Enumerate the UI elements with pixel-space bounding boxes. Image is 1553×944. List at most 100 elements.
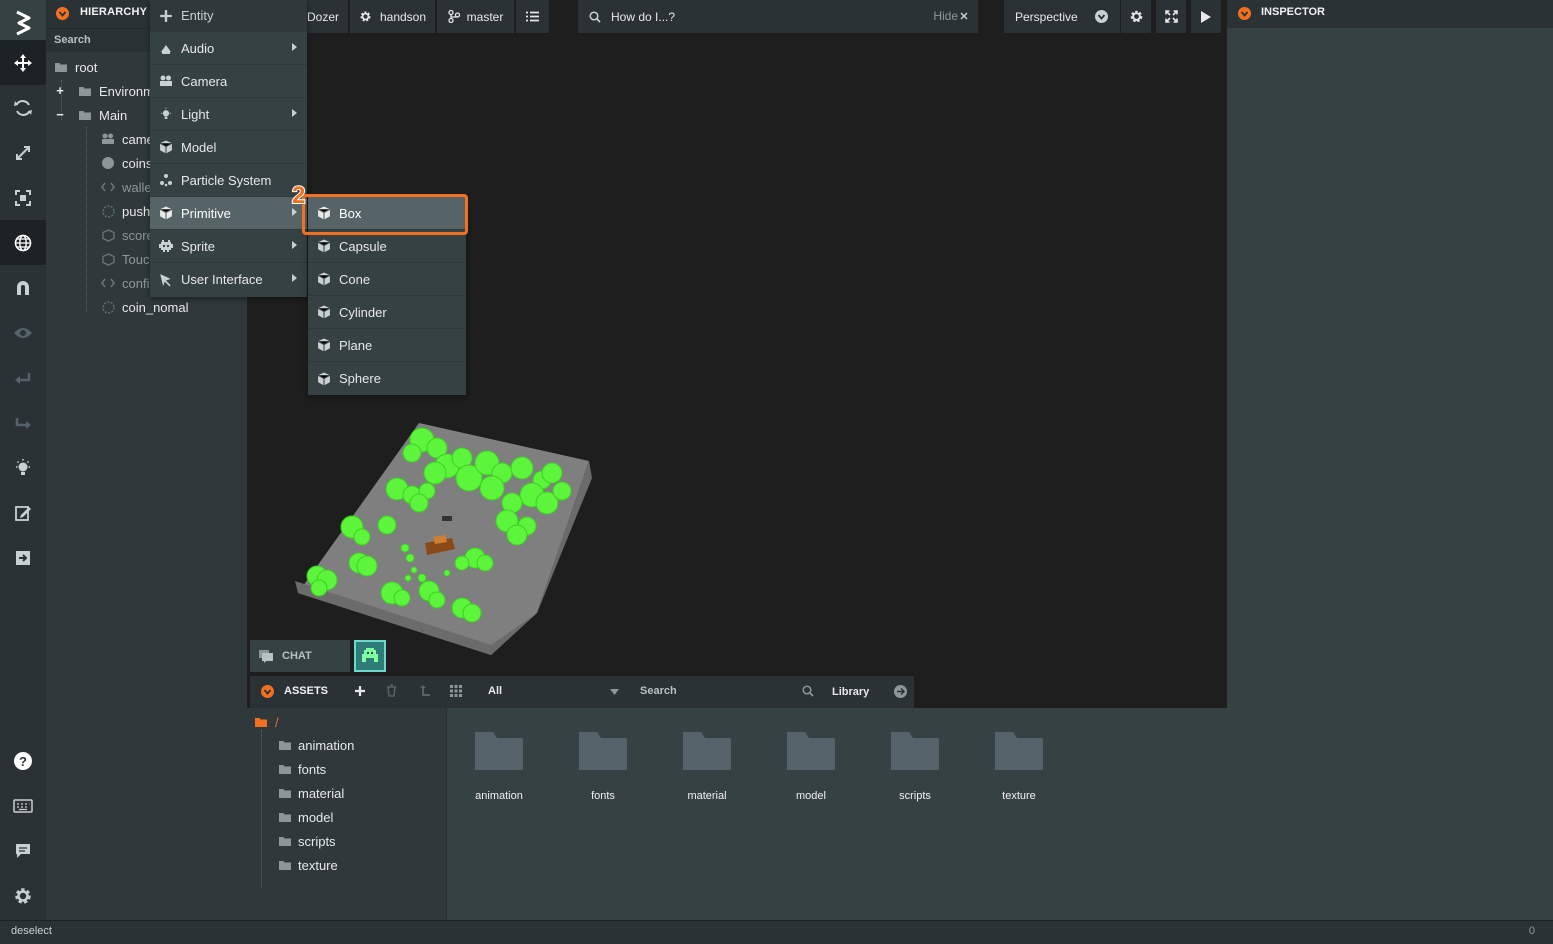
menu-item-model[interactable]: Model bbox=[150, 131, 307, 164]
translate-tool-icon[interactable] bbox=[0, 40, 46, 85]
expand-toggle[interactable]: + bbox=[54, 84, 66, 97]
folder-up-icon[interactable] bbox=[419, 685, 431, 697]
audio-icon bbox=[161, 45, 171, 54]
help-icon[interactable]: ? bbox=[0, 738, 46, 783]
asset-grid-folder-fonts[interactable]: fonts bbox=[558, 730, 648, 802]
library-button[interactable]: Library bbox=[822, 676, 914, 708]
sprite-invader-icon bbox=[159, 240, 173, 252]
folder-icon bbox=[279, 861, 291, 870]
collapse-toggle[interactable]: − bbox=[54, 108, 66, 121]
assets-toolbar: ASSETS All Search Library bbox=[250, 676, 914, 708]
collapse-panel-icon[interactable] bbox=[1238, 7, 1251, 20]
viewport-settings-button[interactable] bbox=[1121, 0, 1151, 33]
settings-gear-icon[interactable] bbox=[0, 873, 46, 918]
add-asset-icon[interactable] bbox=[354, 685, 366, 697]
assets-tree-folder-model[interactable]: model bbox=[279, 805, 333, 829]
camera-mode-dropdown[interactable]: Perspective bbox=[1004, 0, 1120, 33]
asset-grid-folder-model[interactable]: model bbox=[766, 730, 856, 802]
tree-node-camera[interactable]: came bbox=[101, 127, 154, 151]
menu-item-sprite[interactable]: Sprite bbox=[150, 230, 307, 263]
asset-search-input[interactable]: Search bbox=[630, 676, 818, 708]
tree-node-main[interactable]: Main bbox=[78, 103, 127, 127]
keyboard-icon[interactable] bbox=[0, 783, 46, 828]
menu-item-user-interface[interactable]: User Interface bbox=[150, 263, 307, 296]
sphere-entity-icon bbox=[101, 156, 115, 170]
tree-node-coin-nomal[interactable]: coin_nomal bbox=[101, 295, 189, 319]
menu-item-particle-system[interactable]: Particle System bbox=[150, 164, 307, 197]
grid-view-icon[interactable] bbox=[450, 685, 462, 697]
code-editor-icon[interactable] bbox=[0, 490, 46, 535]
assets-root-folder[interactable]: / bbox=[255, 711, 279, 733]
delete-icon[interactable] bbox=[386, 684, 397, 697]
branch-button[interactable]: master bbox=[437, 0, 514, 33]
menu-item-primitive[interactable]: Primitive bbox=[150, 197, 307, 230]
branch-name: master bbox=[466, 9, 504, 24]
menu-item-light[interactable]: Light bbox=[150, 98, 307, 131]
menu-item-label: User Interface bbox=[181, 272, 263, 287]
redo-icon[interactable] bbox=[0, 400, 46, 445]
list-icon bbox=[526, 11, 539, 22]
menu-header-entity[interactable]: Entity bbox=[150, 0, 307, 32]
fullscreen-button[interactable] bbox=[1156, 0, 1186, 33]
snap-magnet-icon[interactable] bbox=[0, 265, 46, 310]
undo-icon[interactable] bbox=[0, 355, 46, 400]
play-icon bbox=[1201, 10, 1211, 23]
feedback-icon[interactable] bbox=[0, 828, 46, 873]
submenu-item-sphere[interactable]: Sphere bbox=[308, 362, 466, 395]
assets-tree-folder-scripts[interactable]: scripts bbox=[279, 829, 336, 853]
tree-node-walle[interactable]: walle bbox=[101, 175, 152, 199]
camera-icon bbox=[160, 75, 172, 86]
launch-icon[interactable] bbox=[0, 535, 46, 580]
submenu-item-label: Plane bbox=[339, 337, 373, 353]
hide-label: Hide bbox=[933, 9, 958, 23]
submenu-item-cylinder[interactable]: Cylinder bbox=[308, 296, 466, 329]
user-settings-button[interactable]: handson bbox=[350, 0, 435, 33]
assets-tree-folder-material[interactable]: material bbox=[279, 781, 344, 805]
rotate-tool-icon[interactable] bbox=[0, 85, 46, 130]
tree-node-root[interactable]: root bbox=[54, 55, 97, 79]
folder-label: material bbox=[298, 785, 345, 801]
collapse-panel-icon[interactable] bbox=[261, 685, 274, 698]
tree-node-score[interactable]: score bbox=[101, 223, 154, 247]
assets-tree-folder-texture[interactable]: texture bbox=[279, 853, 338, 877]
playcanvas-logo-icon[interactable] bbox=[0, 0, 46, 45]
plane-primitive-icon bbox=[317, 338, 331, 352]
tree-node-coins[interactable]: coins bbox=[101, 151, 152, 175]
asset-grid-folder-texture[interactable]: texture bbox=[974, 730, 1064, 802]
asset-label: scripts bbox=[899, 790, 931, 802]
particles-icon bbox=[160, 174, 172, 187]
menu-item-camera[interactable]: Camera bbox=[150, 65, 307, 98]
chevron-down-icon bbox=[610, 689, 619, 695]
asset-grid-folder-scripts[interactable]: scripts bbox=[870, 730, 960, 802]
hide-help-button[interactable]: Hide bbox=[933, 9, 968, 23]
publish-list-button[interactable] bbox=[516, 0, 549, 33]
tree-node-push[interactable]: push bbox=[101, 199, 150, 223]
tree-node-touch[interactable]: Touc bbox=[101, 247, 149, 271]
help-search-bar[interactable]: How do I...? Hide bbox=[578, 0, 978, 33]
tree-node-label: Main bbox=[99, 107, 128, 123]
assets-tree-folder-animation[interactable]: animation bbox=[279, 733, 354, 757]
scale-tool-icon[interactable] bbox=[0, 130, 46, 175]
asset-type-filter-dropdown[interactable]: All bbox=[478, 676, 624, 708]
menu-item-label: Camera bbox=[181, 73, 228, 89]
asset-grid-folder-animation[interactable]: animation bbox=[454, 730, 544, 802]
tree-node-config[interactable]: confi bbox=[101, 271, 149, 295]
menu-item-audio[interactable]: Audio bbox=[150, 32, 307, 65]
user-avatar[interactable] bbox=[354, 640, 386, 672]
focus-eye-icon[interactable] bbox=[0, 310, 46, 355]
asset-grid-folder-material[interactable]: material bbox=[662, 730, 752, 802]
launch-play-button[interactable] bbox=[1191, 0, 1221, 33]
script-entity-icon bbox=[101, 180, 115, 194]
assets-tree-folder-fonts[interactable]: fonts bbox=[279, 757, 326, 781]
world-coordinates-icon[interactable] bbox=[0, 220, 46, 265]
resize-element-tool-icon[interactable] bbox=[0, 175, 46, 220]
collapse-panel-icon[interactable] bbox=[56, 7, 69, 20]
project-name-button[interactable]: Dozer bbox=[307, 0, 348, 33]
submenu-item-plane[interactable]: Plane bbox=[308, 329, 466, 362]
chat-icon bbox=[259, 649, 273, 663]
submenu-item-cone[interactable]: Cone bbox=[308, 263, 466, 296]
menu-item-label: Audio bbox=[181, 40, 215, 56]
chat-tab[interactable]: CHAT bbox=[250, 640, 350, 672]
lightmapper-bulb-icon[interactable] bbox=[0, 445, 46, 490]
tree-node-environment[interactable]: Environm bbox=[78, 79, 154, 103]
